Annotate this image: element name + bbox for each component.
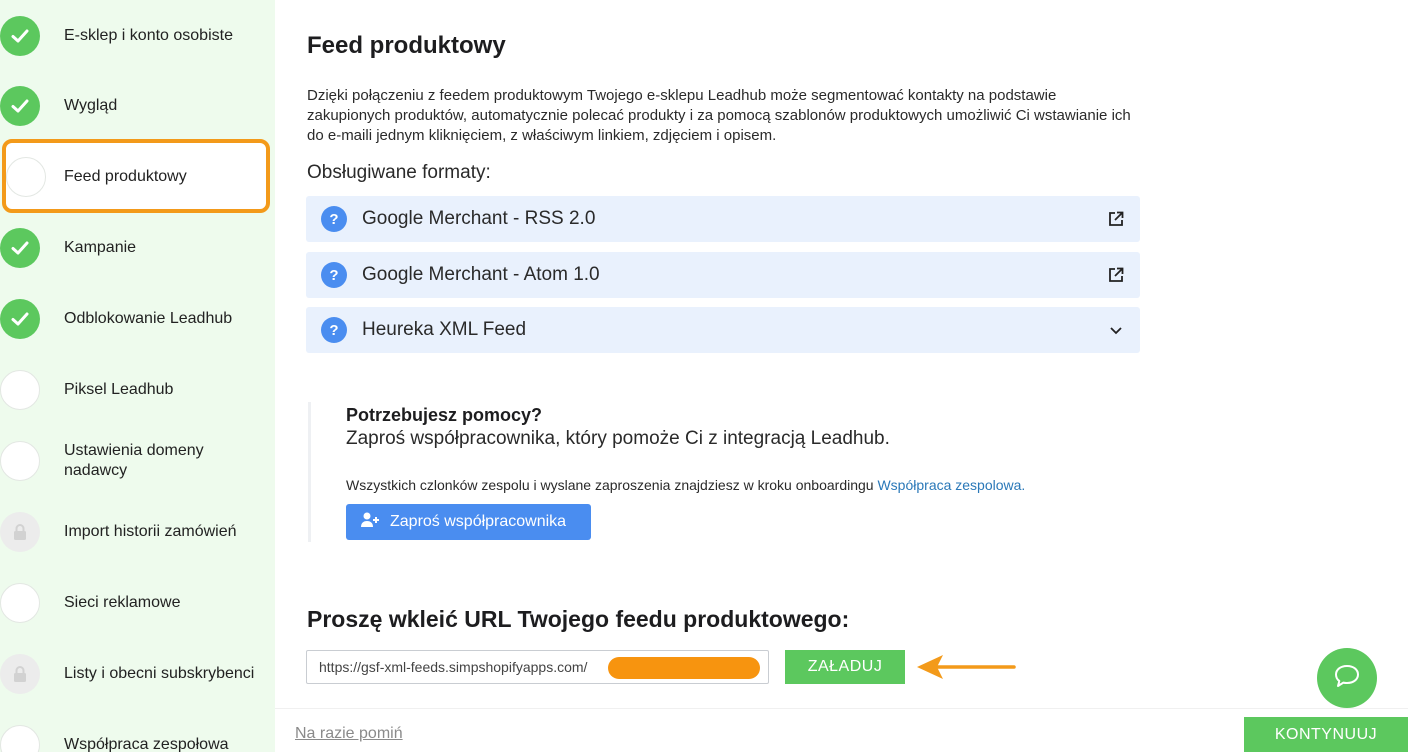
format-name: Heureka XML Feed [362,319,527,340]
chat-bubble-icon [1333,663,1361,694]
sidebar-item-e-sklep[interactable]: E-sklep i konto osobiste [0,0,275,71]
add-user-icon [360,511,380,534]
sidebar-item-label: Wygląd [64,96,118,114]
step-circle-icon [0,582,40,623]
help-note: Wszystkich czlonków zespolu i wyslane za… [346,477,1025,493]
sidebar-item-label: Odblokowanie Leadhub [64,309,233,327]
chevron-down-icon[interactable] [1106,320,1126,340]
invite-label: Zaproś współpracownika [390,513,567,530]
format-name: Google Merchant - Atom 1.0 [362,264,600,285]
check-icon [0,227,40,268]
arrow-left-icon [915,652,1017,687]
help-question-icon[interactable]: ? [321,262,347,288]
help-title: Potrzebujesz pomocy? [346,405,543,425]
step-circle-icon [6,156,46,197]
invite-collaborator-button[interactable]: Zaproś współpracownika [346,504,591,540]
check-icon [0,85,40,126]
sidebar-item-label: Sieci reklamowe [64,593,181,611]
external-link-icon[interactable] [1106,265,1126,285]
sidebar-item-label: Feed produktowy [64,167,187,185]
format-row-heureka[interactable]: ? Heureka XML Feed [306,307,1140,353]
format-name: Google Merchant - RSS 2.0 [362,208,596,229]
help-question-icon[interactable]: ? [321,206,347,232]
team-collaboration-link[interactable]: Współpraca zespolowa. [877,477,1025,493]
check-icon [0,298,40,339]
check-icon [0,15,40,56]
help-subtitle: Zaproś współpracownika, który pomoże Ci … [346,428,890,449]
feed-url-value: https://gsf-xml-feeds.simpshopifyapps.co… [319,659,588,675]
continue-button[interactable]: KONTYNUUJ [1244,717,1408,752]
formats-heading: Obsługiwane formaty: [307,162,491,183]
sidebar-item-ustawienia-domeny[interactable]: Ustawienia domeny nadawcy [0,425,275,496]
sidebar-item-odblokowanie[interactable]: Odblokowanie Leadhub [0,283,275,354]
sidebar-item-kampanie[interactable]: Kampanie [0,212,275,283]
sidebar-item-import-historii: Import historii zamówień [0,496,275,567]
step-circle-icon [0,440,40,481]
sidebar-item-wyglad[interactable]: Wygląd [0,70,275,141]
format-row-rss[interactable]: ? Google Merchant - RSS 2.0 [306,196,1140,242]
redaction-mark [608,657,760,679]
sidebar-item-listy: Listy i obecni subskrybenci [0,638,275,709]
sidebar-item-label: Kampanie [64,238,137,256]
help-question-icon[interactable]: ? [321,317,347,343]
sidebar-item-wspolpraca[interactable]: Współpraca zespołowa [0,709,275,752]
bottom-bar: Na razie pomiń KONTYNUUJ [275,708,1408,752]
lock-icon [0,653,40,694]
external-link-icon[interactable] [1106,209,1126,229]
page-description: Dzięki połączeniu z feedem produktowym T… [307,87,1131,144]
sidebar-item-label: Import historii zamówień [64,522,237,540]
sidebar-item-label: E-sklep i konto osobiste [64,26,233,44]
sidebar-item-label: Ustawienia domeny nadawcy [64,441,204,479]
sidebar-item-feed-produktowy[interactable]: Feed produktowy [0,141,275,212]
load-button[interactable]: ZAŁADUJ [785,650,905,684]
chat-button[interactable] [1317,648,1377,708]
sidebar-item-label: Współpraca zespołowa [64,735,229,752]
sidebar-item-label: Piksel Leadhub [64,380,174,398]
help-box: Potrzebujesz pomocy? Zaproś współpracown… [308,402,1068,542]
format-row-atom[interactable]: ? Google Merchant - Atom 1.0 [306,252,1140,298]
page-title: Feed produktowy [307,32,506,59]
url-heading: Proszę wkleić URL Twojego feedu produkto… [307,606,850,632]
sidebar-item-sieci-reklamowe[interactable]: Sieci reklamowe [0,567,275,638]
feed-url-input[interactable]: https://gsf-xml-feeds.simpshopifyapps.co… [306,650,769,684]
sidebar: E-sklep i konto osobiste Wygląd Feed pro… [0,0,275,752]
sidebar-item-piksel[interactable]: Piksel Leadhub [0,354,275,425]
step-circle-icon [0,369,40,410]
sidebar-item-label: Listy i obecni subskrybenci [64,664,255,682]
lock-icon [0,511,40,552]
main-content: Feed produktowy Dzięki połączeniu z feed… [275,0,1408,708]
help-note-text: Wszystkich czlonków zespolu i wyslane za… [346,477,878,493]
step-circle-icon [0,724,40,752]
skip-link[interactable]: Na razie pomiń [295,725,403,743]
